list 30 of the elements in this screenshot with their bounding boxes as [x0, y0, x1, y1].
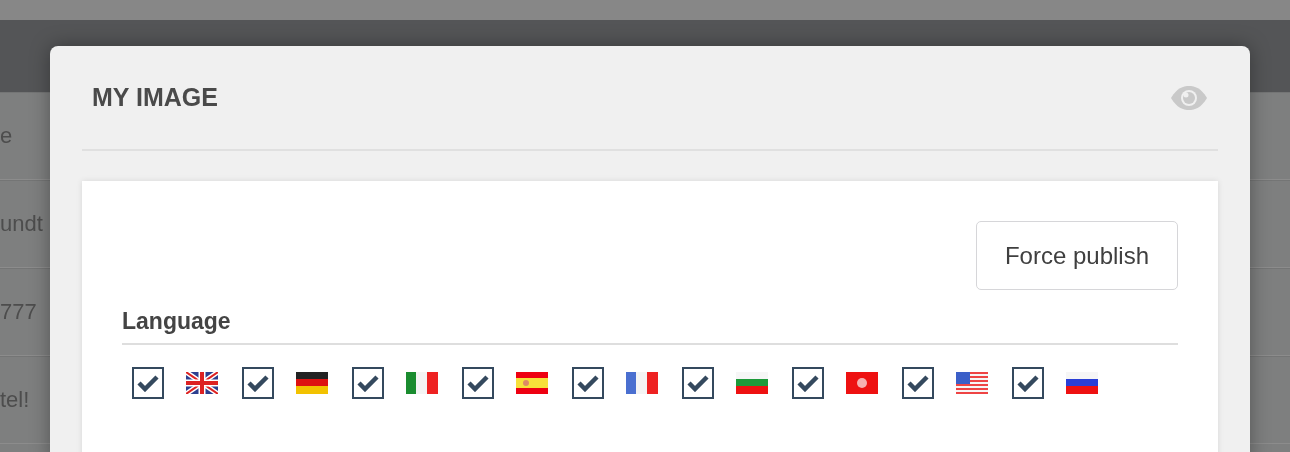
checkbox[interactable] [902, 367, 934, 399]
flag-icon [1066, 372, 1098, 394]
check-icon [797, 374, 819, 392]
checkbox[interactable] [682, 367, 714, 399]
force-publish-button[interactable]: Force publish [975, 221, 1178, 290]
checkbox[interactable] [792, 367, 824, 399]
section-title: Language [122, 308, 1178, 345]
checkbox[interactable] [572, 367, 604, 399]
check-icon [907, 374, 929, 392]
checkbox[interactable] [352, 367, 384, 399]
flag-icon [846, 372, 878, 394]
check-icon [247, 374, 269, 392]
flag-icon [516, 372, 548, 394]
check-icon [137, 374, 159, 392]
flag-icon [406, 372, 438, 394]
flag-icon [296, 372, 328, 394]
flag-icon [626, 372, 658, 394]
check-icon [1017, 374, 1039, 392]
check-icon [467, 374, 489, 392]
checkbox[interactable] [462, 367, 494, 399]
flag-icon [736, 372, 768, 394]
check-icon [577, 374, 599, 392]
flag-icon [956, 372, 988, 394]
flag-icon [186, 372, 218, 394]
check-icon [357, 374, 379, 392]
checkbox[interactable] [1012, 367, 1044, 399]
checkbox[interactable] [132, 367, 164, 399]
modal-title: MY IMAGE [92, 83, 218, 112]
check-icon [687, 374, 709, 392]
checkbox[interactable] [242, 367, 274, 399]
